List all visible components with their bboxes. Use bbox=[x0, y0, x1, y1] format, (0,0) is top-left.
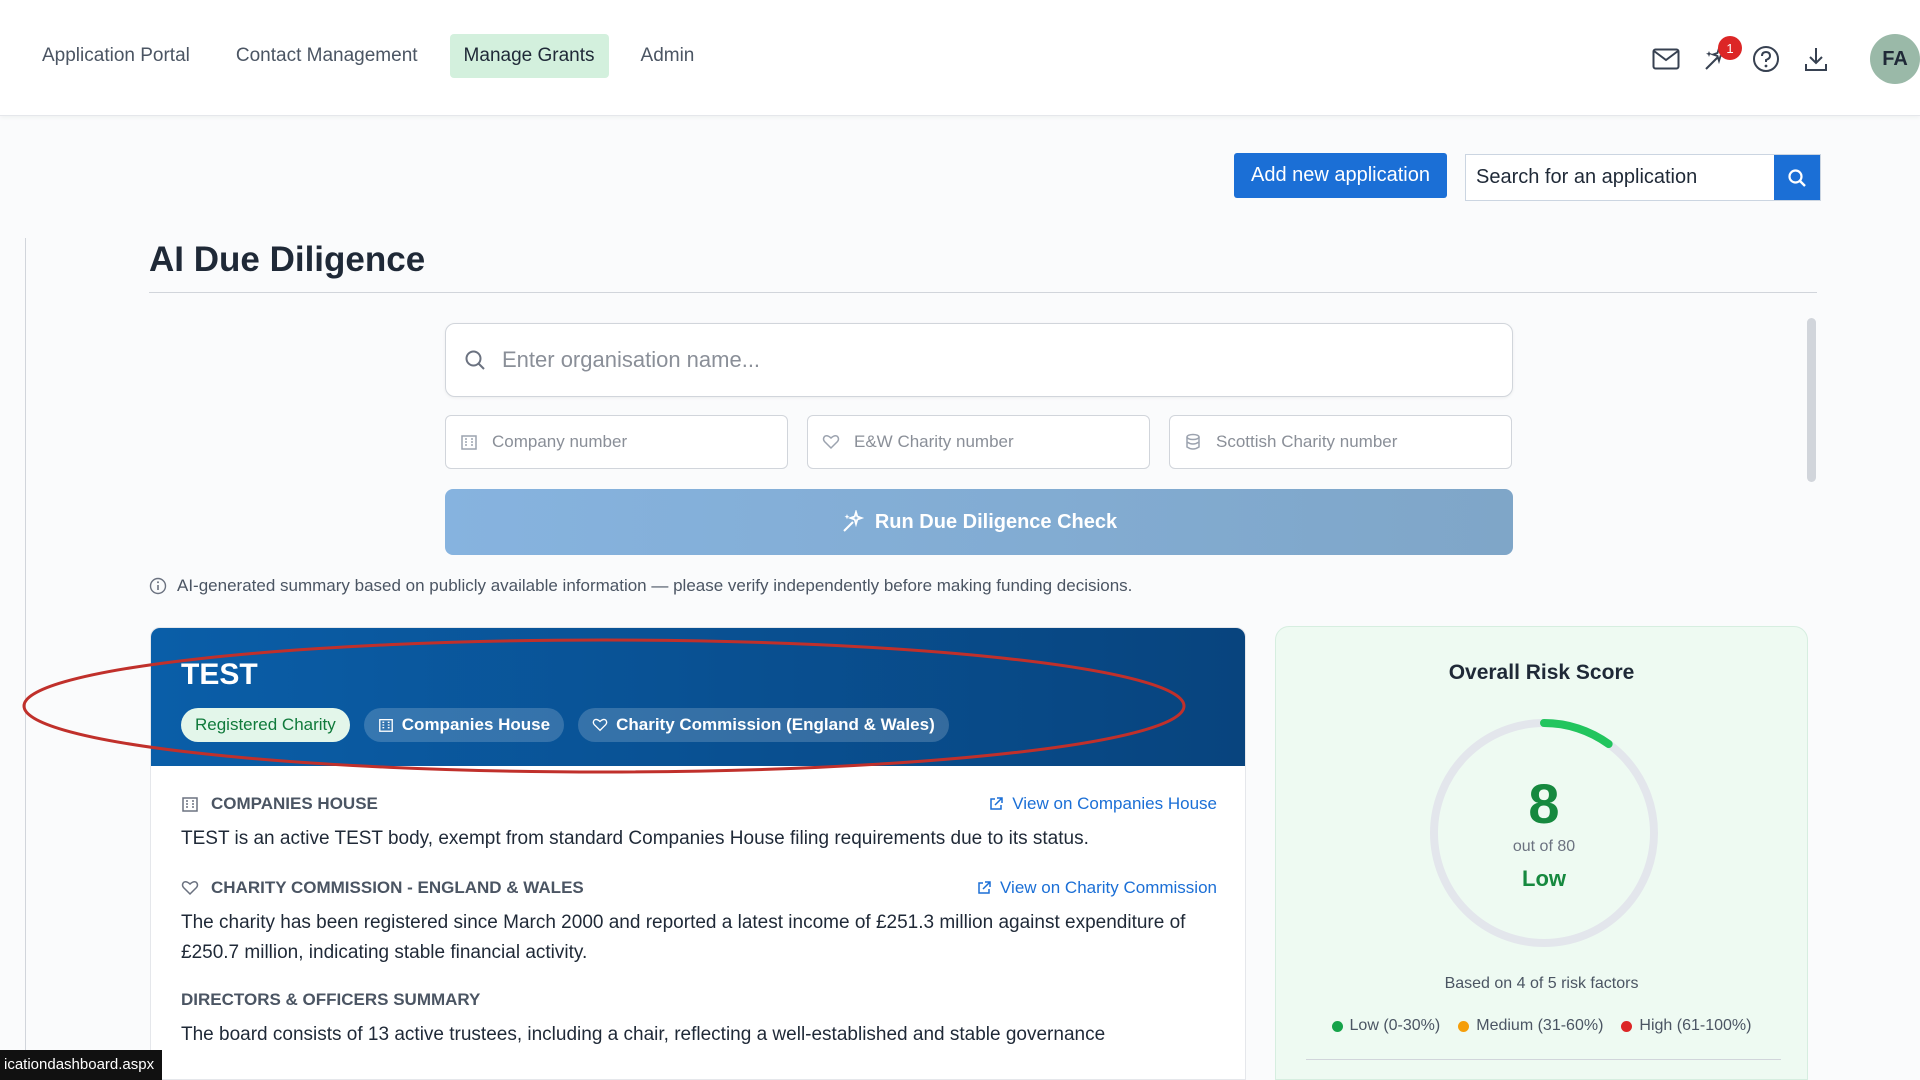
disclaimer-text: AI-generated summary based on publicly a… bbox=[177, 576, 1133, 595]
company-number-input[interactable] bbox=[492, 432, 787, 452]
organisation-name: TEST bbox=[181, 658, 258, 691]
legend-low: Low (0-30%) bbox=[1331, 1017, 1441, 1035]
risk-basis: Based on 4 of 5 risk factors bbox=[1444, 975, 1639, 992]
companies-house-section: COMPANIES HOUSE View on Companies House … bbox=[151, 794, 1245, 854]
building-icon bbox=[182, 797, 198, 812]
legend-high-label: High (61-100%) bbox=[1639, 1017, 1752, 1034]
nav-item-manage-grants[interactable]: Manage Grants bbox=[449, 34, 609, 78]
registered-charity-tag: Registered Charity bbox=[181, 708, 350, 742]
database-icon bbox=[1186, 433, 1200, 450]
legend-divider bbox=[1306, 1059, 1781, 1060]
company-number-field bbox=[445, 415, 788, 469]
left-divider bbox=[25, 238, 26, 1080]
risk-score-max: out of 80 bbox=[1512, 838, 1576, 855]
ew-charity-number-field bbox=[807, 415, 1150, 469]
nav-item-contact-management[interactable]: Contact Management bbox=[222, 34, 432, 78]
title-divider bbox=[149, 292, 1817, 293]
download-icon[interactable] bbox=[1802, 45, 1830, 73]
risk-score-title: Overall Risk Score bbox=[1448, 661, 1635, 684]
directors-section-title: DIRECTORS & OFFICERS SUMMARY bbox=[181, 990, 480, 1010]
companies-house-section-title: COMPANIES HOUSE bbox=[181, 794, 378, 814]
nav-item-admin[interactable]: Admin bbox=[627, 34, 709, 78]
ai-disclaimer: AI-generated summary based on publicly a… bbox=[149, 576, 1132, 596]
view-on-charity-commission-link[interactable]: View on Charity Commission bbox=[976, 878, 1217, 898]
view-on-companies-house-link[interactable]: View on Companies House bbox=[988, 794, 1217, 814]
section-title-text: CHARITY COMMISSION - ENGLAND & WALES bbox=[211, 878, 584, 897]
section-title-text: DIRECTORS & OFFICERS SUMMARY bbox=[181, 990, 481, 1009]
result-card-header: TEST Registered Charity Companies House … bbox=[151, 628, 1245, 766]
avatar[interactable]: FA bbox=[1870, 34, 1920, 84]
status-bar-url: icationdashboard.aspx bbox=[0, 1050, 163, 1080]
companies-house-tag-label: Companies House bbox=[401, 715, 551, 734]
top-navigation-bar: Application Portal Contact Management Ma… bbox=[0, 0, 1920, 116]
mail-icon[interactable] bbox=[1652, 45, 1680, 73]
directors-summary: The board consists of 13 active trustees… bbox=[181, 1024, 1106, 1045]
legend-medium-label: Medium (31-60%) bbox=[1476, 1017, 1604, 1034]
legend-low-label: Low (0-30%) bbox=[1349, 1017, 1441, 1034]
nav-icon-group: 1 FA bbox=[1630, 34, 1920, 84]
building-icon bbox=[461, 435, 477, 450]
section-title-text: COMPANIES HOUSE bbox=[211, 794, 378, 813]
scottish-charity-number-input[interactable] bbox=[1216, 432, 1511, 452]
directors-section: DIRECTORS & OFFICERS SUMMARY The board c… bbox=[151, 990, 1245, 1050]
help-icon[interactable] bbox=[1752, 45, 1780, 73]
heart-icon bbox=[822, 435, 840, 450]
page-title: AI Due Diligence bbox=[149, 240, 426, 279]
search-button[interactable] bbox=[1774, 155, 1820, 200]
scrollbar-thumb[interactable] bbox=[1807, 318, 1816, 482]
organisation-search-field bbox=[445, 323, 1513, 397]
source-tags: Registered Charity Companies House Chari… bbox=[181, 708, 1215, 742]
risk-score-value: 8 bbox=[1528, 772, 1560, 835]
risk-score-panel: Overall Risk Score 8 out of 80 Low Based… bbox=[1275, 626, 1808, 1080]
sparkle-icon[interactable]: 1 bbox=[1702, 36, 1742, 73]
charity-commission-summary: The charity has been registered since Ma… bbox=[181, 912, 1186, 963]
info-icon bbox=[149, 577, 167, 595]
heart-icon bbox=[181, 881, 199, 896]
companies-house-tag: Companies House bbox=[363, 708, 565, 742]
heart-icon bbox=[592, 718, 608, 732]
main-nav: Application Portal Contact Management Ma… bbox=[28, 34, 708, 78]
link-text: View on Companies House bbox=[1012, 794, 1217, 813]
run-button-label: Run Due Diligence Check bbox=[874, 510, 1118, 533]
search-icon bbox=[465, 350, 485, 370]
sparkle-icon bbox=[843, 510, 865, 532]
nav-item-application-portal[interactable]: Application Portal bbox=[28, 34, 204, 78]
link-text: View on Charity Commission bbox=[1000, 878, 1217, 897]
search-icon bbox=[1788, 168, 1806, 187]
notification-badge: 1 bbox=[1718, 36, 1742, 60]
add-new-application-button[interactable]: Add new application bbox=[1234, 153, 1447, 198]
ew-charity-number-input[interactable] bbox=[854, 432, 1149, 452]
legend-medium: Medium (31-60%) bbox=[1458, 1017, 1603, 1035]
application-search bbox=[1465, 154, 1821, 201]
risk-level: Low bbox=[1522, 866, 1566, 891]
organisation-name-input[interactable] bbox=[502, 347, 1512, 373]
charity-commission-section-title: CHARITY COMMISSION - ENGLAND & WALES bbox=[181, 878, 584, 898]
legend-high: High (61-100%) bbox=[1621, 1017, 1751, 1035]
application-search-input[interactable] bbox=[1466, 155, 1774, 200]
building-icon bbox=[378, 719, 393, 732]
external-link-icon bbox=[978, 881, 991, 894]
run-due-diligence-button[interactable]: Run Due Diligence Check bbox=[445, 489, 1513, 555]
scottish-charity-number-field bbox=[1169, 415, 1512, 469]
gauge-center: 8 out of 80 Low bbox=[1426, 715, 1662, 951]
charity-commission-tag: Charity Commission (England & Wales) bbox=[578, 708, 949, 742]
charity-commission-section: CHARITY COMMISSION - ENGLAND & WALES Vie… bbox=[151, 878, 1245, 968]
companies-house-summary: TEST is an active TEST body, exempt from… bbox=[181, 828, 1089, 849]
external-link-icon bbox=[990, 797, 1003, 810]
organisation-result-card: TEST Registered Charity Companies House … bbox=[150, 627, 1246, 1080]
risk-legend: Low (0-30%) Medium (31-60%) High (61-100… bbox=[1276, 1017, 1807, 1035]
charity-commission-tag-label: Charity Commission (England & Wales) bbox=[616, 715, 935, 734]
